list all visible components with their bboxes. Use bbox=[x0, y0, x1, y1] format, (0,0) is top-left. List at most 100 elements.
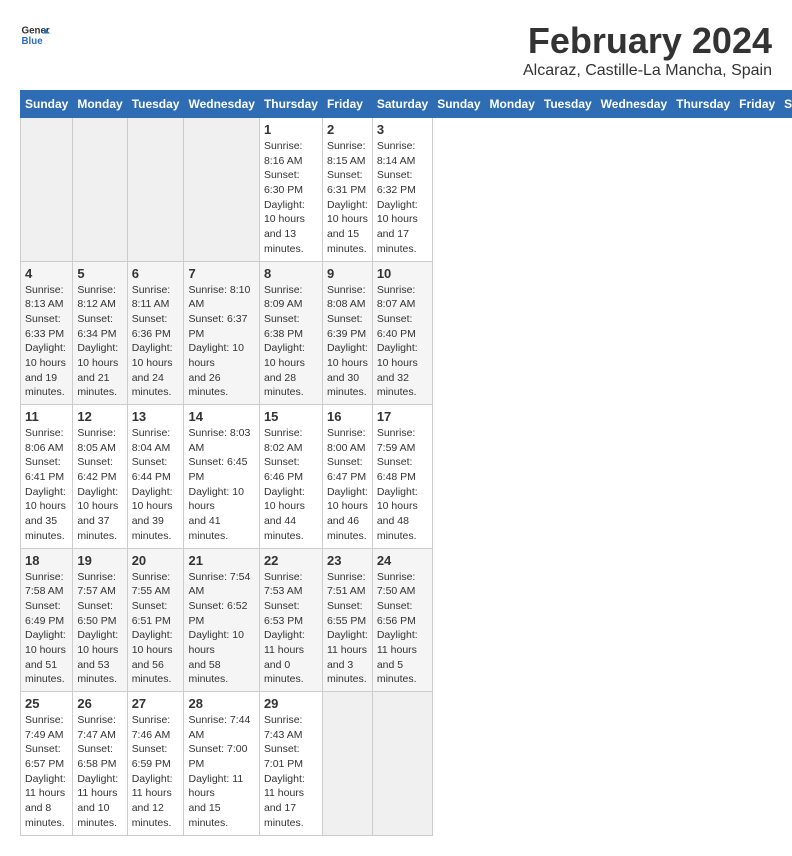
calendar-cell bbox=[21, 118, 73, 262]
calendar-week-row: 1 Sunrise: 8:16 AM Sunset: 6:30 PM Daylig… bbox=[21, 118, 792, 262]
day-info: Sunrise: 7:51 AM Sunset: 6:55 PM Dayligh… bbox=[327, 570, 368, 688]
calendar-day-header: Saturday bbox=[372, 91, 432, 118]
day-info: Sunrise: 7:49 AM Sunset: 6:57 PM Dayligh… bbox=[25, 713, 68, 831]
calendar-cell: 9 Sunrise: 8:08 AM Sunset: 6:39 PM Daylig… bbox=[322, 261, 372, 405]
calendar-cell: 8Sunrise: 8:09 AM Sunset: 6:38 PM Daylig… bbox=[259, 261, 322, 405]
calendar-day-header: Sunday bbox=[433, 91, 485, 118]
calendar-cell: 1 Sunrise: 8:16 AM Sunset: 6:30 PM Daylig… bbox=[259, 118, 322, 262]
day-info: Sunrise: 7:47 AM Sunset: 6:58 PM Dayligh… bbox=[77, 713, 122, 831]
day-info: Sunrise: 8:14 AM Sunset: 6:32 PM Dayligh… bbox=[377, 139, 428, 257]
day-info: Sunrise: 8:00 AM Sunset: 6:47 PM Dayligh… bbox=[327, 426, 368, 544]
day-number: 26 bbox=[77, 696, 122, 711]
calendar-week-row: 18Sunrise: 7:58 AM Sunset: 6:49 PM Dayli… bbox=[21, 548, 792, 692]
calendar-cell: 3 Sunrise: 8:14 AM Sunset: 6:32 PM Daylig… bbox=[372, 118, 432, 262]
day-info: Sunrise: 8:16 AM Sunset: 6:30 PM Dayligh… bbox=[264, 139, 318, 257]
day-number: 19 bbox=[77, 553, 122, 568]
page-title: February 2024 bbox=[523, 20, 772, 62]
calendar-cell: 26 Sunrise: 7:47 AM Sunset: 6:58 PM Dayli… bbox=[73, 692, 127, 836]
day-info: Sunrise: 8:10 AM Sunset: 6:37 PM Dayligh… bbox=[188, 283, 254, 401]
calendar-day-header: Saturday bbox=[780, 91, 792, 118]
calendar-day-header: Friday bbox=[322, 91, 372, 118]
day-info: Sunrise: 8:13 AM Sunset: 6:33 PM Dayligh… bbox=[25, 283, 68, 401]
calendar-day-header: Tuesday bbox=[127, 91, 184, 118]
calendar-cell: 4 Sunrise: 8:13 AM Sunset: 6:33 PM Daylig… bbox=[21, 261, 73, 405]
day-number: 28 bbox=[188, 696, 254, 711]
day-number: 3 bbox=[377, 122, 428, 137]
calendar-cell bbox=[184, 118, 259, 262]
day-info: Sunrise: 8:05 AM Sunset: 6:42 PM Dayligh… bbox=[77, 426, 122, 544]
day-info: Sunrise: 7:55 AM Sunset: 6:51 PM Dayligh… bbox=[132, 570, 180, 688]
day-number: 5 bbox=[77, 266, 122, 281]
day-number: 14 bbox=[188, 409, 254, 424]
day-info: Sunrise: 7:53 AM Sunset: 6:53 PM Dayligh… bbox=[264, 570, 318, 688]
day-number: 11 bbox=[25, 409, 68, 424]
day-info: Sunrise: 8:07 AM Sunset: 6:40 PM Dayligh… bbox=[377, 283, 428, 401]
calendar-day-header: Thursday bbox=[259, 91, 322, 118]
day-number: 24 bbox=[377, 553, 428, 568]
day-info: Sunrise: 7:44 AM Sunset: 7:00 PM Dayligh… bbox=[188, 713, 254, 831]
day-number: 12 bbox=[77, 409, 122, 424]
day-info: Sunrise: 7:43 AM Sunset: 7:01 PM Dayligh… bbox=[264, 713, 318, 831]
day-info: Sunrise: 7:50 AM Sunset: 6:56 PM Dayligh… bbox=[377, 570, 428, 688]
calendar-week-row: 25 Sunrise: 7:49 AM Sunset: 6:57 PM Dayli… bbox=[21, 692, 792, 836]
day-number: 25 bbox=[25, 696, 68, 711]
day-number: 13 bbox=[132, 409, 180, 424]
calendar-day-header: Thursday bbox=[672, 91, 735, 118]
calendar-cell: 21 Sunrise: 7:54 AM Sunset: 6:52 PM Dayli… bbox=[184, 548, 259, 692]
calendar-table: SundayMondayTuesdayWednesdayThursdayFrid… bbox=[20, 90, 792, 836]
day-info: Sunrise: 8:06 AM Sunset: 6:41 PM Dayligh… bbox=[25, 426, 68, 544]
calendar-cell: 20 Sunrise: 7:55 AM Sunset: 6:51 PM Dayli… bbox=[127, 548, 184, 692]
day-number: 6 bbox=[132, 266, 180, 281]
calendar-cell: 11 Sunrise: 8:06 AM Sunset: 6:41 PM Dayli… bbox=[21, 405, 73, 549]
calendar-cell: 19 Sunrise: 7:57 AM Sunset: 6:50 PM Dayli… bbox=[73, 548, 127, 692]
calendar-cell: 5Sunrise: 8:12 AM Sunset: 6:34 PM Daylig… bbox=[73, 261, 127, 405]
calendar-cell: 6Sunrise: 8:11 AM Sunset: 6:36 PM Daylig… bbox=[127, 261, 184, 405]
calendar-cell: 13Sunrise: 8:04 AM Sunset: 6:44 PM Dayli… bbox=[127, 405, 184, 549]
calendar-day-header: Sunday bbox=[21, 91, 73, 118]
day-info: Sunrise: 7:54 AM Sunset: 6:52 PM Dayligh… bbox=[188, 570, 254, 688]
calendar-day-header: Wednesday bbox=[184, 91, 259, 118]
page-header: General Blue February 2024 Alcaraz, Cast… bbox=[20, 20, 772, 80]
day-info: Sunrise: 8:08 AM Sunset: 6:39 PM Dayligh… bbox=[327, 283, 368, 401]
day-info: Sunrise: 7:57 AM Sunset: 6:50 PM Dayligh… bbox=[77, 570, 122, 688]
calendar-day-header: Tuesday bbox=[539, 91, 596, 118]
day-number: 10 bbox=[377, 266, 428, 281]
calendar-cell: 28 Sunrise: 7:44 AM Sunset: 7:00 PM Dayli… bbox=[184, 692, 259, 836]
calendar-cell: 15 Sunrise: 8:02 AM Sunset: 6:46 PM Dayli… bbox=[259, 405, 322, 549]
day-number: 9 bbox=[327, 266, 368, 281]
calendar-cell bbox=[322, 692, 372, 836]
calendar-cell: 23 Sunrise: 7:51 AM Sunset: 6:55 PM Dayli… bbox=[322, 548, 372, 692]
title-section: February 2024 Alcaraz, Castille-La Manch… bbox=[523, 20, 772, 80]
day-number: 7 bbox=[188, 266, 254, 281]
page-subtitle: Alcaraz, Castille-La Mancha, Spain bbox=[523, 62, 772, 80]
calendar-cell: 25 Sunrise: 7:49 AM Sunset: 6:57 PM Dayli… bbox=[21, 692, 73, 836]
day-number: 17 bbox=[377, 409, 428, 424]
day-number: 4 bbox=[25, 266, 68, 281]
day-info: Sunrise: 7:46 AM Sunset: 6:59 PM Dayligh… bbox=[132, 713, 180, 831]
day-number: 29 bbox=[264, 696, 318, 711]
calendar-cell: 29 Sunrise: 7:43 AM Sunset: 7:01 PM Dayli… bbox=[259, 692, 322, 836]
calendar-cell bbox=[73, 118, 127, 262]
calendar-cell: 10 Sunrise: 8:07 AM Sunset: 6:40 PM Dayli… bbox=[372, 261, 432, 405]
calendar-day-header: Friday bbox=[735, 91, 780, 118]
day-number: 23 bbox=[327, 553, 368, 568]
calendar-cell: 14Sunrise: 8:03 AM Sunset: 6:45 PM Dayli… bbox=[184, 405, 259, 549]
calendar-cell bbox=[372, 692, 432, 836]
day-number: 22 bbox=[264, 553, 318, 568]
calendar-day-header: Monday bbox=[485, 91, 539, 118]
logo-icon: General Blue bbox=[20, 20, 50, 50]
day-number: 1 bbox=[264, 122, 318, 137]
calendar-week-row: 4 Sunrise: 8:13 AM Sunset: 6:33 PM Daylig… bbox=[21, 261, 792, 405]
calendar-cell: 17Sunrise: 7:59 AM Sunset: 6:48 PM Dayli… bbox=[372, 405, 432, 549]
calendar-week-row: 11 Sunrise: 8:06 AM Sunset: 6:41 PM Dayli… bbox=[21, 405, 792, 549]
day-number: 21 bbox=[188, 553, 254, 568]
calendar-day-header: Monday bbox=[73, 91, 127, 118]
day-number: 20 bbox=[132, 553, 180, 568]
day-info: Sunrise: 7:58 AM Sunset: 6:49 PM Dayligh… bbox=[25, 570, 68, 688]
day-info: Sunrise: 8:02 AM Sunset: 6:46 PM Dayligh… bbox=[264, 426, 318, 544]
calendar-cell: 24 Sunrise: 7:50 AM Sunset: 6:56 PM Dayli… bbox=[372, 548, 432, 692]
day-number: 15 bbox=[264, 409, 318, 424]
day-number: 8 bbox=[264, 266, 318, 281]
calendar-cell bbox=[127, 118, 184, 262]
calendar-cell: 27Sunrise: 7:46 AM Sunset: 6:59 PM Dayli… bbox=[127, 692, 184, 836]
